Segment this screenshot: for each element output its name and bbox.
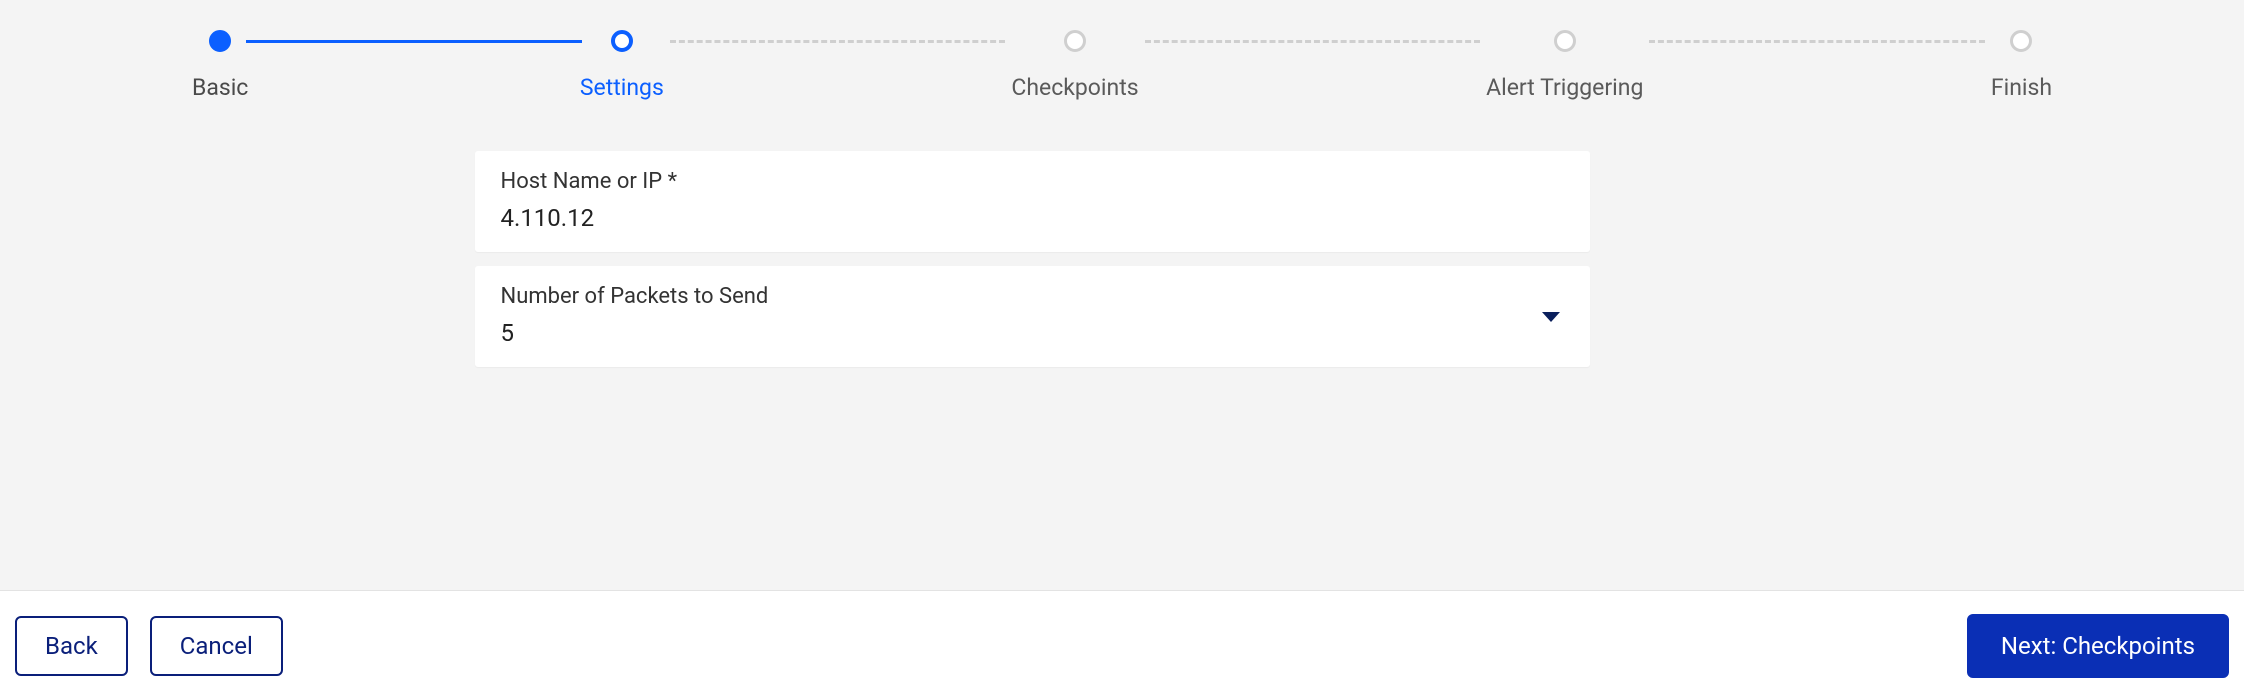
step-label: Settings — [580, 74, 664, 101]
step-label: Alert Triggering — [1486, 74, 1643, 101]
step-checkpoints[interactable]: Checkpoints — [1011, 30, 1138, 101]
content-area: Basic Settings Checkpoints Alert Trigger… — [0, 0, 2244, 590]
footer-bar: Back Cancel Next: Checkpoints — [0, 590, 2244, 700]
step-basic[interactable]: Basic — [192, 30, 248, 101]
step-finish[interactable]: Finish — [1991, 30, 2052, 101]
step-alert-triggering[interactable]: Alert Triggering — [1486, 30, 1643, 101]
step-label: Finish — [1991, 74, 2052, 101]
step-connector — [670, 40, 1006, 43]
cancel-button[interactable]: Cancel — [150, 616, 283, 676]
packets-field-card[interactable]: Number of Packets to Send 5 — [475, 266, 1590, 367]
step-settings[interactable]: Settings — [580, 30, 664, 101]
step-connector — [1649, 40, 1985, 43]
stepper: Basic Settings Checkpoints Alert Trigger… — [182, 30, 2062, 101]
footer-left: Back Cancel — [15, 616, 283, 676]
packets-value: 5 — [501, 319, 1564, 347]
step-circle-pending-icon — [1554, 30, 1576, 52]
step-circle-pending-icon — [2010, 30, 2032, 52]
step-label: Basic — [192, 74, 248, 101]
form-area: Host Name or IP * Number of Packets to S… — [475, 151, 1590, 367]
step-circle-done-icon — [209, 30, 231, 52]
back-button[interactable]: Back — [15, 616, 128, 676]
host-field-card[interactable]: Host Name or IP * — [475, 151, 1590, 252]
next-button[interactable]: Next: Checkpoints — [1967, 614, 2229, 678]
step-label: Checkpoints — [1011, 74, 1138, 101]
chevron-down-icon — [1542, 312, 1560, 322]
step-connector — [246, 40, 582, 43]
host-label: Host Name or IP * — [501, 169, 1564, 194]
step-circle-current-icon — [611, 30, 633, 52]
packets-label: Number of Packets to Send — [501, 284, 1564, 309]
host-input[interactable] — [501, 204, 1564, 232]
step-connector — [1145, 40, 1481, 43]
step-circle-pending-icon — [1064, 30, 1086, 52]
